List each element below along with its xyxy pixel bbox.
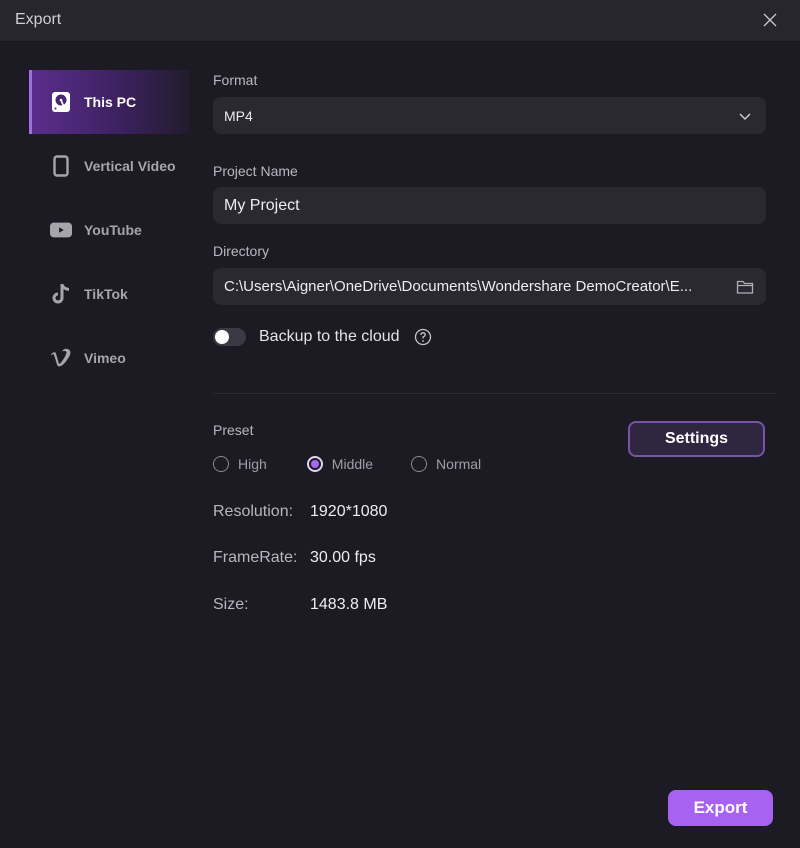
backup-cloud-toggle[interactable] [213, 328, 246, 346]
hard-drive-icon [50, 91, 72, 113]
window-title: Export [15, 11, 62, 28]
section-divider [213, 393, 775, 394]
sidebar-item-youtube[interactable]: YouTube [29, 198, 189, 262]
toggle-knob [215, 330, 229, 344]
radio-label: Middle [331, 456, 374, 472]
project-name-label: Project Name [213, 163, 298, 179]
resolution-value: 1920*1080 [310, 503, 388, 520]
youtube-icon [50, 219, 72, 241]
directory-value: C:\Users\Aigner\OneDrive\Documents\Wonde… [224, 278, 693, 295]
project-name-input[interactable]: My Project [213, 187, 766, 224]
vimeo-icon [50, 347, 72, 369]
backup-cloud-label: Backup to the cloud [259, 328, 400, 345]
sidebar-item-vimeo[interactable]: Vimeo [29, 326, 189, 390]
sidebar-item-label: YouTube [84, 222, 142, 238]
help-circle-icon[interactable] [414, 328, 432, 346]
radio-label: Normal [436, 456, 482, 472]
close-icon[interactable] [762, 12, 778, 28]
preset-radio-middle[interactable]: Middle [306, 456, 374, 472]
format-select[interactable]: MP4 [213, 97, 766, 134]
radio-indicator [411, 456, 428, 472]
title-bar: Export [0, 0, 800, 42]
sidebar-item-label: Vimeo [84, 350, 126, 366]
export-button[interactable]: Export [668, 790, 773, 826]
sidebar-item-this-pc[interactable]: This PC [29, 70, 189, 134]
radio-indicator [213, 456, 229, 472]
phone-icon [50, 155, 72, 177]
size-row: Size: 1483.8 MB [213, 596, 387, 614]
preset-radio-group: High Middle Normal [213, 456, 481, 472]
size-value: 1483.8 MB [310, 596, 388, 613]
format-label: Format [213, 72, 258, 88]
framerate-value: 30.00 fps [310, 549, 376, 566]
export-target-sidebar: This PC Vertical Video YouTube TikTok Vi… [29, 70, 189, 390]
directory-input[interactable]: C:\Users\Aigner\OneDrive\Documents\Wonde… [213, 268, 766, 305]
radio-label: High [238, 456, 267, 472]
directory-label: Directory [213, 243, 270, 259]
framerate-row: FrameRate: 30.00 fps [213, 549, 376, 567]
preset-radio-normal[interactable]: Normal [411, 456, 481, 472]
format-value: MP4 [224, 107, 253, 124]
sidebar-item-vertical-video[interactable]: Vertical Video [29, 134, 189, 198]
tiktok-icon [50, 283, 72, 305]
folder-icon[interactable] [735, 277, 755, 297]
resolution-label: Resolution: [213, 503, 294, 520]
sidebar-item-label: Vertical Video [84, 158, 176, 174]
chevron-down-icon[interactable] [735, 106, 755, 126]
sidebar-item-label: TikTok [84, 286, 128, 302]
preset-radio-high[interactable]: High [213, 456, 267, 472]
radio-indicator [306, 456, 323, 472]
backup-cloud-row: Backup to the cloud [213, 328, 432, 346]
sidebar-item-tiktok[interactable]: TikTok [29, 262, 189, 326]
project-name-value: My Project [224, 196, 300, 214]
framerate-label: FrameRate: [213, 549, 298, 566]
settings-button[interactable]: Settings [628, 421, 765, 457]
resolution-row: Resolution: 1920*1080 [213, 503, 387, 521]
size-label: Size: [213, 596, 249, 613]
sidebar-item-label: This PC [84, 94, 137, 110]
preset-label: Preset [213, 422, 254, 438]
